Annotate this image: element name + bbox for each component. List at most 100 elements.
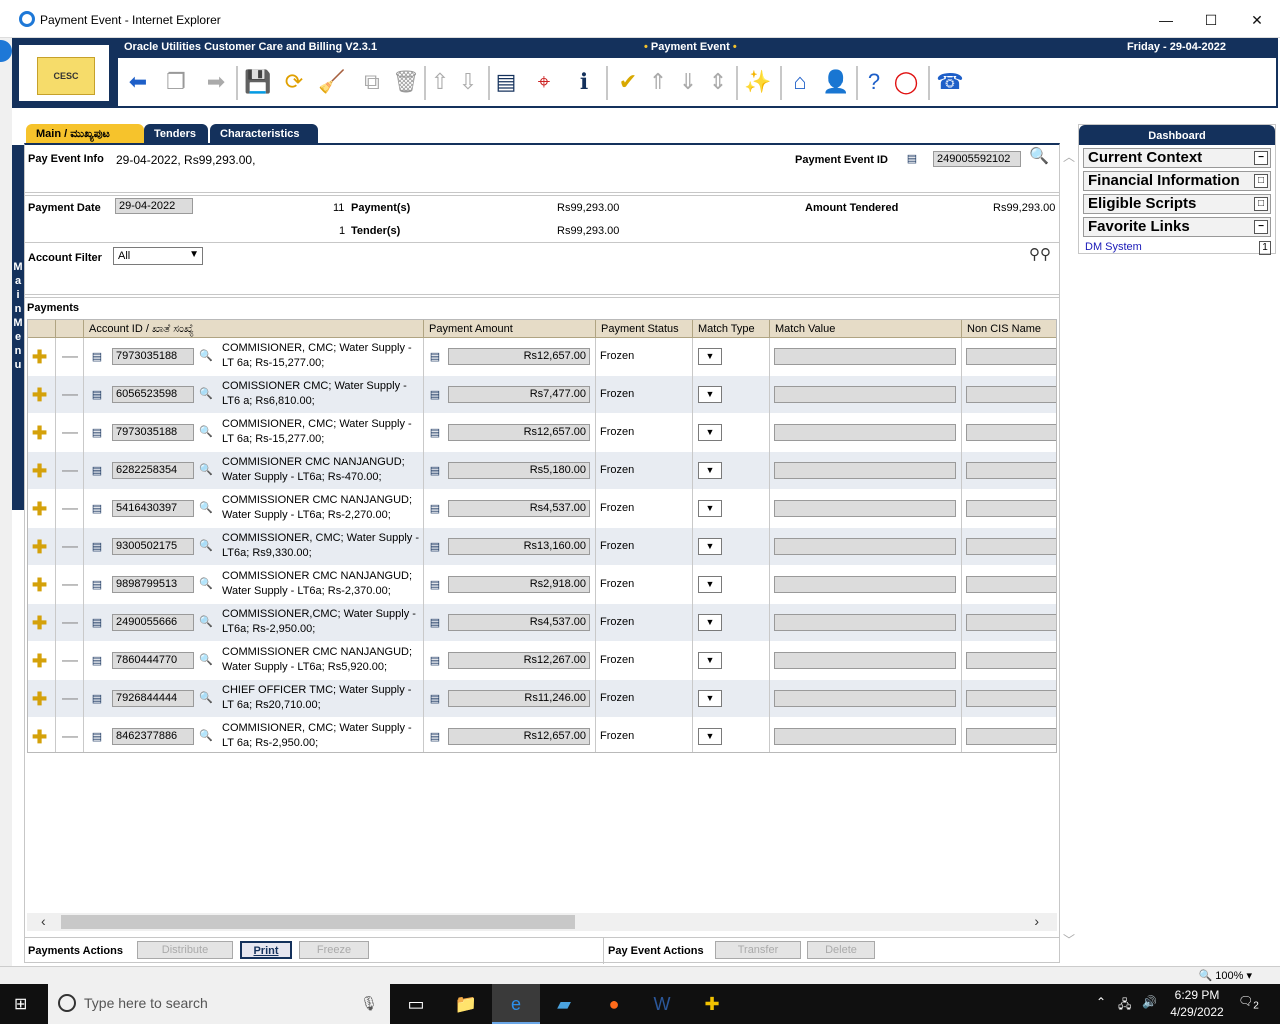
account-search-icon[interactable]: 🔍 (196, 387, 216, 401)
match-value-field[interactable] (774, 348, 956, 365)
context-menu-icon[interactable]: ▤ (428, 616, 442, 630)
match-type-dropdown[interactable]: ▼ (698, 424, 722, 441)
distribute-button[interactable]: Distribute (137, 941, 233, 959)
remove-row-icon[interactable]: — (62, 653, 78, 669)
binoculars-icon[interactable]: ⚲⚲ (1025, 247, 1055, 262)
context-menu-icon[interactable]: ▤ (428, 350, 442, 364)
scroll-right-icon[interactable]: › (1034, 913, 1039, 929)
match-type-dropdown[interactable]: ▼ (698, 538, 722, 555)
remove-row-icon[interactable]: — (62, 539, 78, 555)
match-type-dropdown[interactable]: ▼ (698, 614, 722, 631)
microphone-icon[interactable]: 🎙 (360, 995, 378, 1012)
non-cis-name-field[interactable] (966, 538, 1056, 555)
account-search-icon[interactable]: 🔍 (196, 539, 216, 553)
transfer-button[interactable]: Transfer (715, 941, 801, 959)
dm-system-link[interactable]: DM System 1 (1085, 241, 1271, 255)
taskbar-search[interactable]: Type here to search 🎙 (48, 984, 390, 1024)
add-row-icon[interactable]: ✚ (32, 386, 47, 404)
context-menu-icon[interactable]: ▤ (428, 540, 442, 554)
duplicate-icon[interactable]: ⧉ (358, 68, 386, 96)
maximize-button[interactable]: ☐ (1199, 8, 1223, 32)
non-cis-name-field[interactable] (966, 462, 1056, 479)
payment-amount-field[interactable]: Rs5,180.00 (448, 462, 590, 479)
close-button[interactable]: ✕ (1245, 8, 1269, 32)
context-menu-icon[interactable]: ▤ (90, 464, 104, 478)
magic-wand-icon[interactable]: ✨ (744, 68, 772, 96)
match-value-field[interactable] (774, 538, 956, 555)
scrollbar-thumb[interactable] (61, 915, 575, 929)
account-id-field[interactable]: 2490055666 (112, 614, 194, 631)
context-menu-icon[interactable]: ▤ (90, 426, 104, 440)
context-menu-icon[interactable]: ▤ (90, 654, 104, 668)
account-search-icon[interactable]: 🔍 (196, 425, 216, 439)
remove-row-icon[interactable]: — (62, 577, 78, 593)
payment-amount-field[interactable]: Rs12,657.00 (448, 348, 590, 365)
dashboard-current-context[interactable]: Current Context − (1083, 148, 1271, 168)
add-row-icon[interactable]: ✚ (32, 348, 47, 366)
account-search-icon[interactable]: 🔍 (196, 501, 216, 515)
account-id-field[interactable]: 5416430397 (112, 500, 194, 517)
account-search-icon[interactable]: 🔍 (196, 615, 216, 629)
match-value-field[interactable] (774, 462, 956, 479)
oracle-logo-icon[interactable]: ◯ (892, 68, 920, 96)
minimize-button[interactable]: — (1154, 8, 1178, 32)
phone-icon[interactable]: ☎ (936, 68, 964, 96)
match-type-dropdown[interactable]: ▼ (698, 500, 722, 517)
tab-characteristics[interactable]: Characteristics (210, 124, 318, 144)
payment-date-field[interactable]: 29-04-2022 (115, 198, 193, 214)
print-button[interactable]: Print (240, 941, 292, 959)
clock-date[interactable]: 4/29/2022 (1168, 1005, 1226, 1019)
remove-row-icon[interactable]: — (62, 729, 78, 745)
match-type-dropdown[interactable]: ▼ (698, 386, 722, 403)
non-cis-name-field[interactable] (966, 348, 1056, 365)
app-yellow-icon[interactable]: ✚ (698, 990, 726, 1018)
prev-item-icon[interactable]: ⇑ (644, 68, 672, 96)
match-value-field[interactable] (774, 614, 956, 631)
non-cis-name-field[interactable] (966, 690, 1056, 707)
context-menu-icon[interactable]: ▤ (428, 578, 442, 592)
add-row-icon[interactable]: ✚ (32, 462, 47, 480)
account-id-field[interactable]: 7973035188 (112, 424, 194, 441)
help-icon[interactable]: ? (860, 68, 888, 96)
match-value-field[interactable] (774, 652, 956, 669)
context-menu-icon[interactable]: ▤ (428, 388, 442, 402)
account-id-field[interactable]: 7973035188 (112, 348, 194, 365)
home-icon[interactable]: ⌂ (786, 68, 814, 96)
next-record-icon[interactable]: ⇩ (454, 68, 482, 96)
account-id-field[interactable]: 9898799513 (112, 576, 194, 593)
match-value-field[interactable] (774, 386, 956, 403)
add-row-icon[interactable]: ✚ (32, 728, 47, 746)
payment-amount-field[interactable]: Rs4,537.00 (448, 614, 590, 631)
add-row-icon[interactable]: ✚ (32, 576, 47, 594)
app-icon[interactable]: ▰ (550, 990, 578, 1018)
match-value-field[interactable] (774, 690, 956, 707)
account-id-field[interactable]: 6056523598 (112, 386, 194, 403)
file-explorer-icon[interactable]: 📁 (452, 990, 480, 1018)
add-row-icon[interactable]: ✚ (32, 500, 47, 518)
context-menu-icon[interactable]: ▤ (428, 692, 442, 706)
account-search-icon[interactable]: 🔍 (196, 653, 216, 667)
payment-amount-field[interactable]: Rs12,267.00 (448, 652, 590, 669)
context-menu-icon[interactable]: ▤ (90, 350, 104, 364)
clock-time[interactable]: 6:29 PM (1172, 988, 1222, 1002)
expand-icon[interactable]: □ (1254, 174, 1268, 188)
non-cis-name-field[interactable] (966, 500, 1056, 517)
clear-broom-icon[interactable]: 🧹 (318, 68, 346, 96)
scroll-left-icon[interactable]: ‹ (41, 913, 46, 929)
remove-row-icon[interactable]: — (62, 387, 78, 403)
horizontal-scrollbar[interactable]: ‹ › (27, 913, 1057, 931)
save-icon[interactable]: 💾 (244, 68, 272, 96)
scroll-up-icon[interactable]: ︿ (1063, 148, 1075, 165)
match-value-field[interactable] (774, 576, 956, 593)
add-row-icon[interactable]: ✚ (32, 538, 47, 556)
freeze-button[interactable]: Freeze (299, 941, 369, 959)
context-menu-icon[interactable]: ▤ (428, 730, 442, 744)
goto-target-icon[interactable]: ⌖ (530, 68, 558, 96)
account-id-field[interactable]: 6282258354 (112, 462, 194, 479)
non-cis-name-field[interactable] (966, 424, 1056, 441)
link-text[interactable]: DM System (1085, 241, 1142, 253)
windows-start-icon[interactable]: ⊞ (14, 996, 32, 1014)
volume-icon[interactable]: 🔊 (1142, 995, 1157, 1009)
add-row-icon[interactable]: ✚ (32, 424, 47, 442)
forward-arrow-icon[interactable]: ➡ (202, 68, 230, 96)
